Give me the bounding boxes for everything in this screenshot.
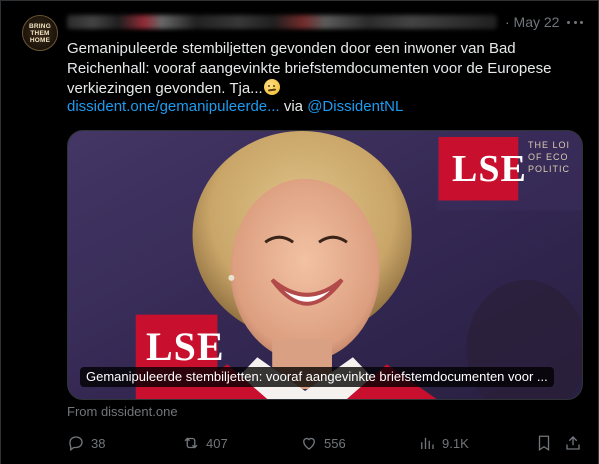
link-card-image[interactable]: LSE THE LOI OF ECO POLITIC LSE Gemanipul… <box>67 130 583 400</box>
avatar-text-2: THEM <box>30 29 50 37</box>
lse-sign-top: LSE <box>452 148 527 190</box>
avatar-text-3: HOME <box>29 36 51 44</box>
left-border <box>0 0 1 464</box>
bookmark-icon <box>538 435 550 452</box>
lse-sub-3: POLITIC <box>528 164 571 174</box>
avatar[interactable]: BRING THEM HOME <box>22 15 58 51</box>
top-divider <box>0 0 599 1</box>
bookmark-button[interactable] <box>535 432 553 454</box>
retweet-button[interactable]: 407 <box>182 432 228 454</box>
heart-icon <box>303 437 315 450</box>
tweet-link-line: dissident.one/gemanipuleerde... via @Dis… <box>67 97 403 117</box>
share-icon <box>566 436 580 450</box>
slightly-frowning-face-icon <box>263 79 280 95</box>
like-button[interactable]: 556 <box>300 432 346 454</box>
reply-button[interactable]: 38 <box>67 432 105 454</box>
share-button[interactable] <box>564 432 582 454</box>
via-label: via <box>283 98 304 115</box>
tweet-text: Gemanipuleerde stembiljetten gevonden do… <box>67 39 577 99</box>
tweet-body: Gemanipuleerde stembiljetten gevonden do… <box>67 40 552 97</box>
card-caption: Gemanipuleerde stembiljetten: vooraf aan… <box>80 367 554 387</box>
avatar-text-1: BRING <box>29 22 51 30</box>
card-source[interactable]: From dissident.one <box>67 404 178 419</box>
like-count: 556 <box>324 435 346 451</box>
analytics-icon <box>421 437 434 449</box>
lse-sign-bottom: LSE <box>146 324 225 369</box>
view-count: 9.1K <box>442 435 469 451</box>
views-button[interactable]: 9.1K <box>418 432 469 454</box>
lse-sign-subtext: THE LOI OF ECO POLITIC <box>528 139 570 175</box>
retweet-icon <box>184 437 198 449</box>
lse-sub-2: OF ECO <box>528 152 569 162</box>
blurred-author-name[interactable] <box>67 15 497 29</box>
tweet-date[interactable]: · May 22 <box>505 14 559 30</box>
lse-sub-1: THE LOI <box>528 140 571 150</box>
more-options-icon[interactable] <box>567 14 583 30</box>
article-link[interactable]: dissident.one/gemanipuleerde... <box>67 98 280 115</box>
action-bar: 38 407 556 9.1K <box>67 432 587 454</box>
mention-link[interactable]: @DissidentNL <box>307 98 403 115</box>
retweet-count: 407 <box>206 435 228 451</box>
tweet-header: · May 22 <box>67 12 585 32</box>
reply-count: 38 <box>91 435 106 451</box>
reply-icon <box>69 436 83 452</box>
